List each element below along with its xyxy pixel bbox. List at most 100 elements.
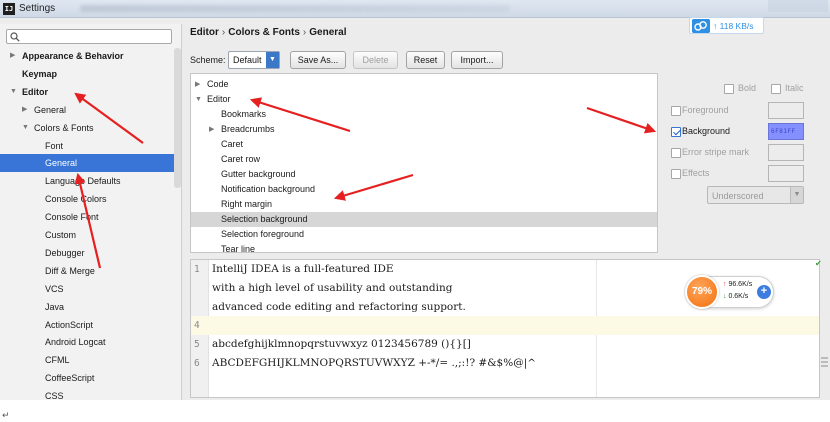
bold-label: Bold [738, 83, 757, 93]
attribute-item-label: Selection background [221, 214, 308, 224]
italic-checkbox[interactable] [771, 84, 781, 94]
error-stripe-color-swatch[interactable] [768, 144, 804, 161]
sidebar-item[interactable]: Font [0, 137, 181, 155]
network-speed-badge[interactable]: ↑ 118 KB/s [689, 17, 764, 34]
effects-checkbox[interactable] [671, 169, 681, 179]
expand-arrow-down-icon[interactable]: ▼ [10, 83, 18, 101]
sidebar-item[interactable]: Language Defaults [0, 172, 181, 190]
attribute-item-label: Editor [207, 94, 231, 104]
attribute-item[interactable]: Selection foreground [191, 227, 657, 242]
line-number: 5 [194, 339, 200, 351]
foreground-color-swatch[interactable] [768, 102, 804, 119]
minimize-button[interactable] [768, 0, 788, 12]
expand-arrow-right-icon[interactable]: ▶ [10, 47, 18, 65]
preview-line: 4 [191, 316, 819, 336]
foreground-checkbox[interactable] [671, 106, 681, 116]
sidebar-item[interactable]: Console Colors [0, 190, 181, 208]
import-button[interactable]: Import... [451, 51, 503, 69]
sidebar-item[interactable]: CFML [0, 351, 181, 369]
effect-type-value: Underscored [712, 191, 764, 201]
background-checkbox[interactable] [671, 127, 681, 137]
attribute-item[interactable]: Caret [191, 137, 657, 152]
sidebar-item[interactable]: General [0, 154, 181, 173]
sidebar-item[interactable]: Console Font [0, 208, 181, 226]
download-arrow-icon: ↓ [723, 293, 727, 300]
sidebar-item[interactable]: VCS [0, 280, 181, 298]
sidebar-item[interactable]: CoffeeScript [0, 369, 181, 387]
preview-line-text: IntelliJ IDEA is a full-featured IDE [212, 263, 394, 275]
window-title: Settings [19, 3, 56, 14]
attribute-item-label: Code [207, 79, 229, 89]
attribute-item[interactable]: Tear line [191, 242, 657, 252]
attribute-item[interactable]: Right margin [191, 197, 657, 212]
sidebar-item-label: CSS [45, 391, 64, 400]
scheme-dropdown[interactable]: Default ▼ [228, 51, 280, 69]
network-monitor-widget[interactable]: 79% ↑ 96.6K/s ↓ 0.6K/s + [685, 275, 774, 309]
attribute-item[interactable]: ▶ Code [191, 77, 657, 92]
sidebar-item-label: Diff & Merge [45, 265, 95, 276]
attribute-properties: Bold Italic Foreground Background 6F81FF… [667, 80, 827, 210]
intellij-app-icon: IJ [3, 3, 15, 15]
sidebar-item-label: Colors & Fonts [34, 122, 94, 133]
expand-arrow-down-icon[interactable]: ▼ [195, 92, 203, 107]
sidebar-scrollbar-thumb[interactable] [174, 48, 181, 188]
expand-arrow-down-icon[interactable]: ▼ [22, 119, 30, 137]
plus-icon[interactable]: + [757, 285, 771, 299]
effect-type-dropdown[interactable]: Underscored ▼ [707, 186, 804, 204]
attribute-item[interactable]: Gutter background [191, 167, 657, 182]
sidebar-item-label: CoffeeScript [45, 373, 95, 384]
bold-checkbox[interactable] [724, 84, 734, 94]
background-color-swatch[interactable]: 6F81FF [768, 123, 804, 140]
attribute-item-label: Breadcrumbs [221, 124, 275, 134]
delete-button[interactable]: Delete [353, 51, 398, 69]
sidebar-item[interactable]: Keymap [0, 65, 181, 83]
save-as-button[interactable]: Save As... [290, 51, 346, 69]
attribute-item[interactable]: Selection background [191, 212, 657, 227]
attribute-item[interactable]: Notification background [191, 182, 657, 197]
attribute-item-label: Selection foreground [221, 229, 305, 239]
settings-search-input[interactable] [23, 30, 169, 43]
attribute-item-label: Right margin [221, 199, 273, 209]
check-icon: ✔ [815, 259, 822, 268]
sidebar-item-label: CFML [45, 355, 70, 366]
sidebar-item[interactable]: Java [0, 298, 181, 316]
search-icon [10, 32, 20, 42]
background-color-hex: 6F81FF [771, 128, 796, 135]
sidebar-item[interactable]: Custom [0, 226, 181, 244]
error-stripe-label: Error stripe mark [682, 147, 750, 157]
network-speed-text: ↑ 118 KB/s [713, 21, 754, 31]
effects-color-swatch[interactable] [768, 165, 804, 182]
attribute-item[interactable]: Bookmarks [191, 107, 657, 122]
sidebar-item[interactable]: CSS [0, 387, 181, 400]
attribute-item[interactable]: Caret row [191, 152, 657, 167]
error-stripe-checkbox[interactable] [671, 148, 681, 158]
sidebar-item-label: Custom [45, 230, 77, 240]
sidebar-item[interactable]: ▼ Editor [0, 83, 181, 101]
sidebar-item-label: Language Defaults [45, 176, 121, 187]
attribute-item[interactable]: ▼ Editor [191, 92, 657, 107]
sidebar-item[interactable]: ▶ General [0, 101, 181, 119]
sidebar-item[interactable]: Android Logcat [0, 333, 181, 351]
sidebar-item[interactable]: ▼ Colors & Fonts [0, 119, 181, 137]
settings-search-box[interactable] [6, 29, 172, 44]
sidebar-item[interactable]: Debugger [0, 244, 181, 262]
expand-arrow-right-icon[interactable]: ▶ [195, 77, 203, 92]
sidebar-item-label: VCS [45, 283, 64, 294]
sidebar-item-label: General [45, 158, 78, 169]
chevron-down-icon: ▼ [266, 52, 279, 68]
maximize-button[interactable] [788, 0, 808, 12]
expand-arrow-right-icon[interactable]: ▶ [22, 101, 30, 119]
sidebar-item[interactable]: ▶ Appearance & Behavior [0, 47, 181, 65]
expand-arrow-right-icon[interactable]: ▶ [209, 122, 217, 137]
sidebar-item[interactable]: ActionScript [0, 316, 181, 334]
foreground-row: Foreground [667, 102, 827, 120]
sidebar-item[interactable]: Diff & Merge [0, 262, 181, 280]
usage-percent: 79% [691, 286, 712, 297]
preview-line-text: advanced code editing and refactoring su… [212, 300, 466, 313]
close-button[interactable] [808, 0, 828, 12]
reset-button[interactable]: Reset [406, 51, 445, 69]
line-number: 4 [194, 320, 200, 332]
breadcrumb-part: Editor [190, 27, 219, 38]
attribute-item[interactable]: ▶ Breadcrumbs [191, 122, 657, 137]
title-bar: IJ Settings [0, 0, 830, 18]
